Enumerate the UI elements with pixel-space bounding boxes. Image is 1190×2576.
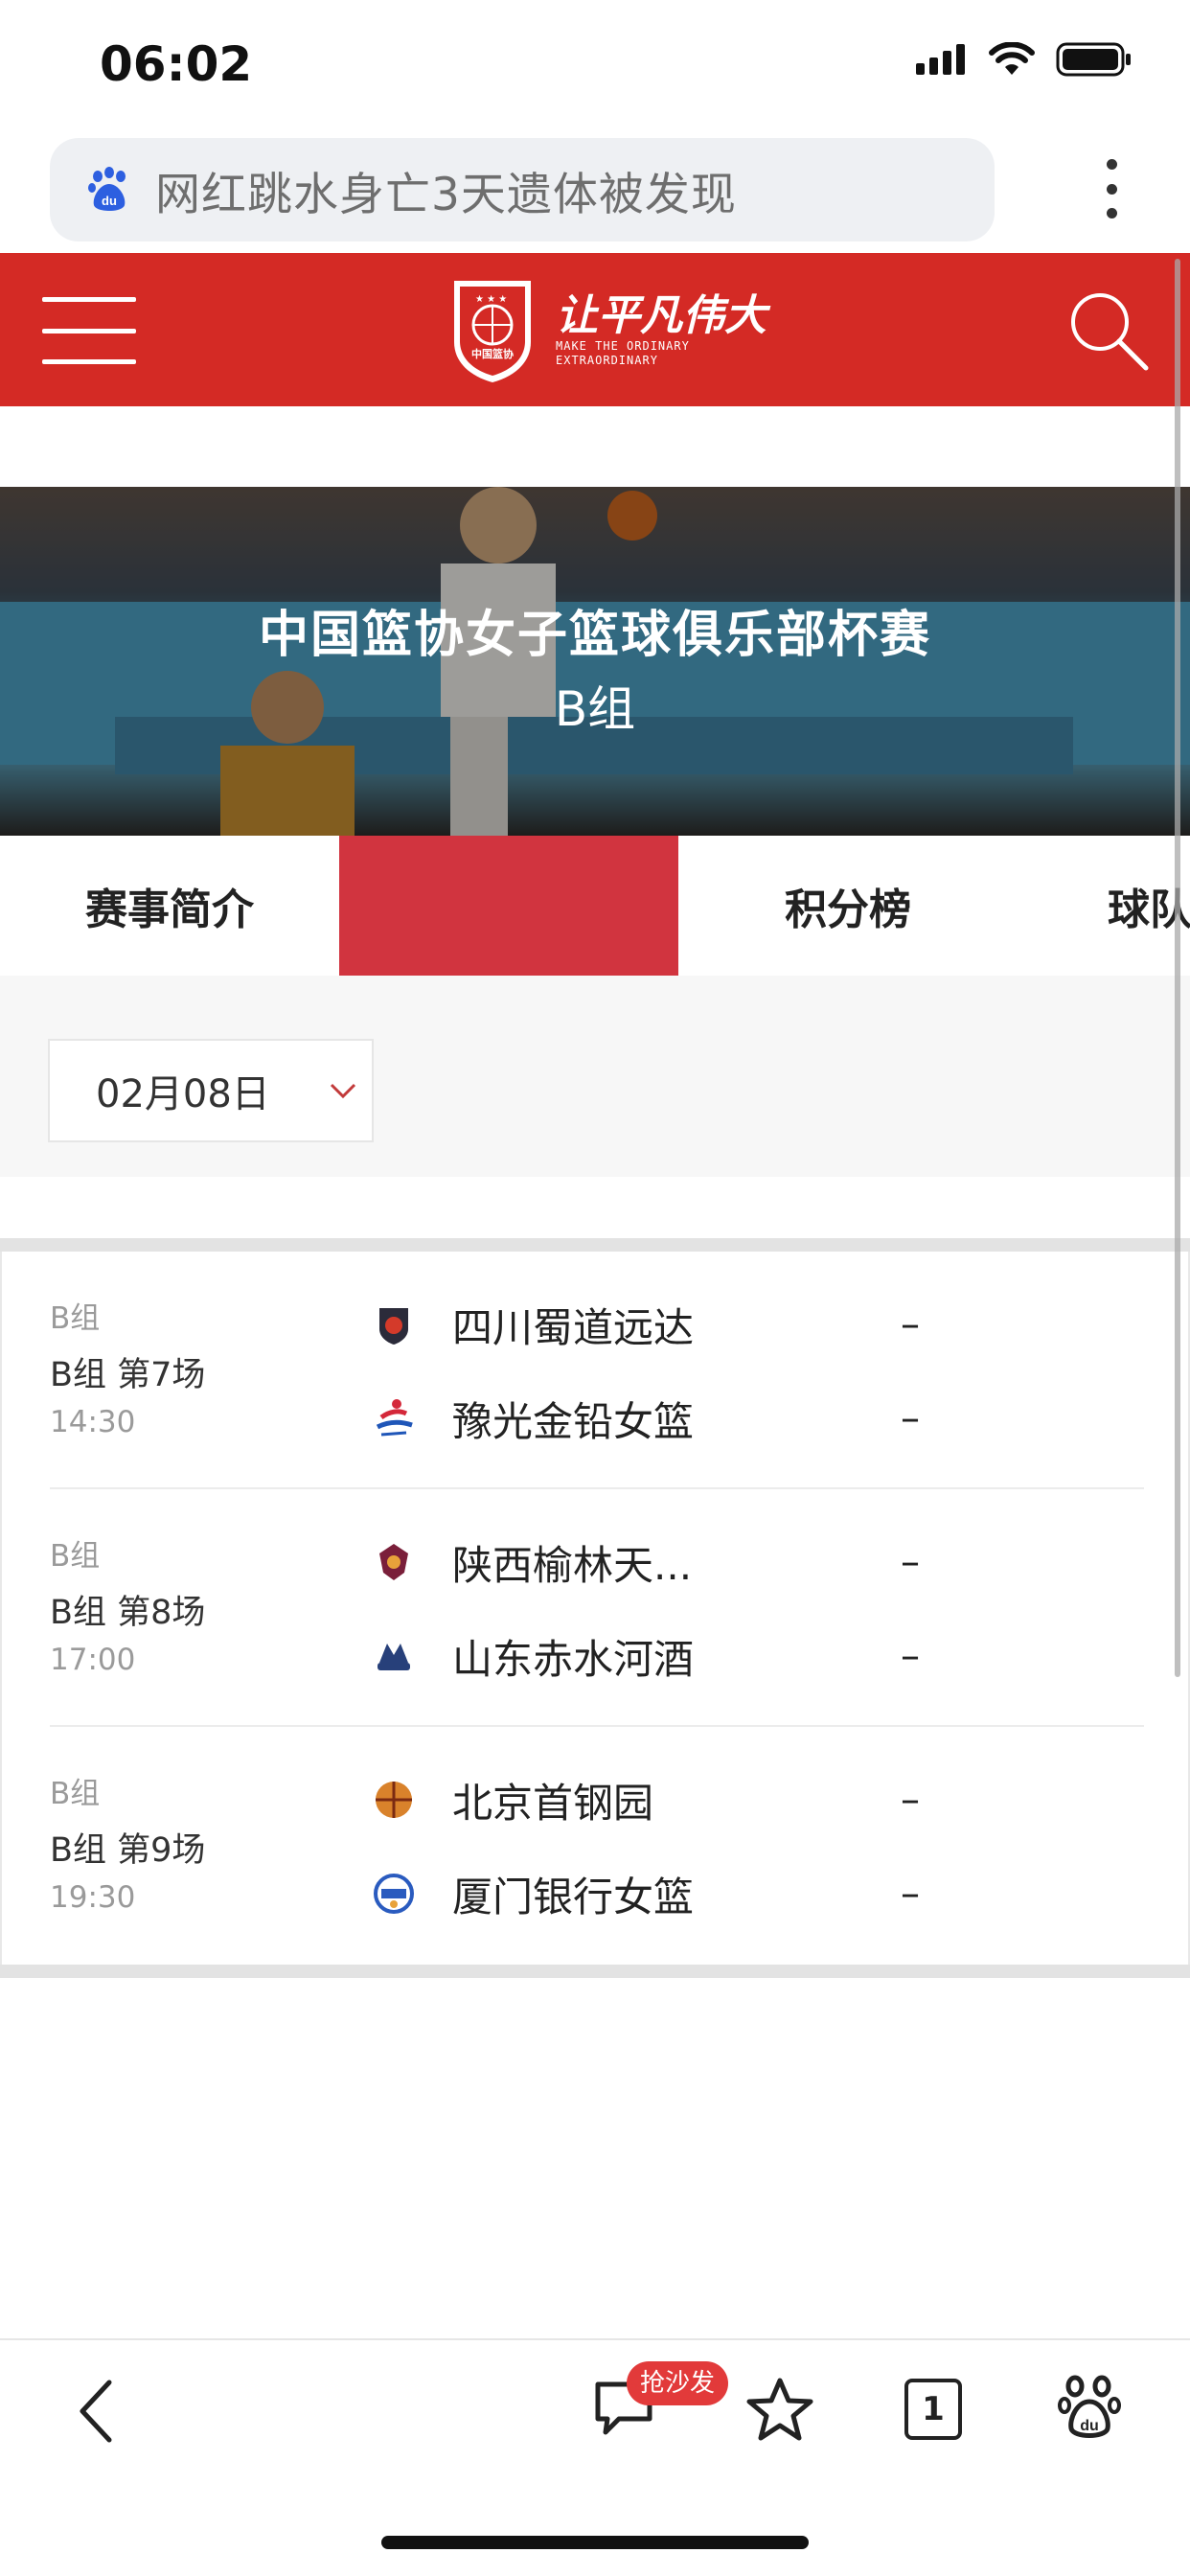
match-item[interactable]: B组 B组 第7场 14:30 四川蜀道远达 – 豫光金铅女篮 – xyxy=(50,1252,1144,1489)
baidu-paw-icon: du xyxy=(88,167,126,211)
home-indicator[interactable] xyxy=(381,2536,809,2549)
status-icons xyxy=(916,42,1133,77)
tabs-icon[interactable]: 1 xyxy=(904,2379,962,2440)
match-list: B组 B组 第7场 14:30 四川蜀道远达 – 豫光金铅女篮 – B组 B组 … xyxy=(0,1252,1190,1968)
home-team: 四川蜀道远达 – xyxy=(372,1296,920,1353)
team-score: – xyxy=(901,1778,920,1822)
comment-badge[interactable]: 抢沙发 xyxy=(627,2361,729,2405)
match-item[interactable]: B组 B组 第9场 19:30 北京首钢园 – 厦门银行女篮 – xyxy=(50,1727,1144,1965)
away-team: 厦门银行女篮 – xyxy=(372,1865,920,1922)
slogan-en-line1: MAKE THE ORDINARY xyxy=(556,339,690,353)
match-time: 19:30 xyxy=(50,1880,136,1915)
match-time: 14:30 xyxy=(50,1405,136,1439)
team-name: 北京首钢园 xyxy=(452,1779,654,1827)
home-team: 陕西榆林天... – xyxy=(372,1533,920,1591)
team-emblem-icon xyxy=(374,1874,414,1914)
wifi-icon xyxy=(989,42,1035,75)
team-emblem-icon xyxy=(379,1544,408,1580)
match-group: B组 xyxy=(50,1539,101,1574)
search-query-text: 网红跳水身亡3天遗体被发现 xyxy=(155,168,737,221)
status-time: 06:02 xyxy=(100,36,253,92)
match-item[interactable]: B组 B组 第8场 17:00 陕西榆林天... – 山东赤水河酒 – xyxy=(50,1489,1144,1727)
tab-teams[interactable]: 球队 xyxy=(1018,836,1190,976)
toolbar-divider xyxy=(0,2338,1190,2340)
list-bottom-border xyxy=(0,1965,1190,1978)
star-icon[interactable] xyxy=(745,2375,814,2444)
team-name: 四川蜀道远达 xyxy=(452,1303,695,1351)
date-select[interactable]: 02月08日 xyxy=(48,1039,374,1142)
team-emblem-icon xyxy=(379,1308,408,1345)
battery-icon xyxy=(1056,42,1131,77)
team-emblem-icon xyxy=(376,1399,413,1437)
match-round: B组 第8场 xyxy=(50,1594,206,1632)
cellular-signal-icon xyxy=(916,44,965,75)
team-emblem-icon xyxy=(378,1644,410,1670)
team-score: – xyxy=(901,1302,920,1346)
slogan-en-line2: EXTRAORDINARY xyxy=(556,354,658,367)
chevron-down-icon xyxy=(330,1083,356,1099)
svg-text:du: du xyxy=(102,194,117,208)
page-scrollbar[interactable] xyxy=(1175,259,1180,1677)
section-divider xyxy=(0,1238,1190,1252)
team-name: 豫光金铅女篮 xyxy=(452,1397,695,1445)
event-banner: 中国篮协女子篮球俱乐部杯赛 B组 xyxy=(0,487,1190,836)
team-score: – xyxy=(901,1396,920,1440)
team-score: – xyxy=(901,1872,920,1916)
team-name: 陕西榆林天... xyxy=(452,1541,693,1589)
search-icon[interactable] xyxy=(1065,288,1152,374)
banner-title: 中国篮协女子篮球俱乐部杯赛 xyxy=(258,607,931,664)
away-team: 豫光金铅女篮 – xyxy=(372,1390,920,1447)
match-group: B组 xyxy=(50,1301,101,1336)
team-name: 山东赤水河酒 xyxy=(452,1635,695,1683)
menu-icon[interactable] xyxy=(42,297,136,364)
tab-bar: 赛事简介 积分榜 球队 xyxy=(0,836,1190,976)
logo-text: 中国篮协 xyxy=(471,347,514,360)
baidu-paw-icon[interactable]: du xyxy=(1058,2373,1121,2440)
svg-text:★ ★ ★: ★ ★ ★ xyxy=(475,294,507,305)
site-logo[interactable]: ★ ★ ★ 中国篮协 让平凡伟大 MAKE THE ORDINARY EXTRA… xyxy=(446,274,767,387)
slogan-text: 让平凡伟大 xyxy=(556,291,767,340)
team-name: 厦门银行女篮 xyxy=(452,1873,695,1920)
match-round: B组 第9场 xyxy=(50,1831,206,1870)
tab-standings[interactable]: 积分榜 xyxy=(678,836,1018,976)
match-time: 17:00 xyxy=(50,1643,136,1677)
home-team: 北京首钢园 – xyxy=(372,1771,920,1828)
banner-subtitle: B组 xyxy=(554,681,636,737)
back-icon[interactable] xyxy=(69,2373,126,2450)
date-select-value: 02月08日 xyxy=(96,1072,270,1116)
tab-schedule-active[interactable] xyxy=(339,836,678,976)
team-score: – xyxy=(901,1634,920,1678)
match-round: B组 第7场 xyxy=(50,1356,206,1394)
more-vertical-icon[interactable] xyxy=(1102,159,1121,218)
browser-search-bar[interactable]: du 网红跳水身亡3天遗体被发现 xyxy=(50,138,995,242)
cba-shield-logo: ★ ★ ★ 中国篮协 xyxy=(454,281,531,382)
team-emblem-icon xyxy=(376,1782,412,1818)
tab-event-intro[interactable]: 赛事简介 xyxy=(0,836,339,976)
svg-text:du: du xyxy=(1080,2418,1099,2434)
match-group: B组 xyxy=(50,1777,101,1811)
team-score: – xyxy=(901,1540,920,1584)
away-team: 山东赤水河酒 – xyxy=(372,1627,920,1685)
